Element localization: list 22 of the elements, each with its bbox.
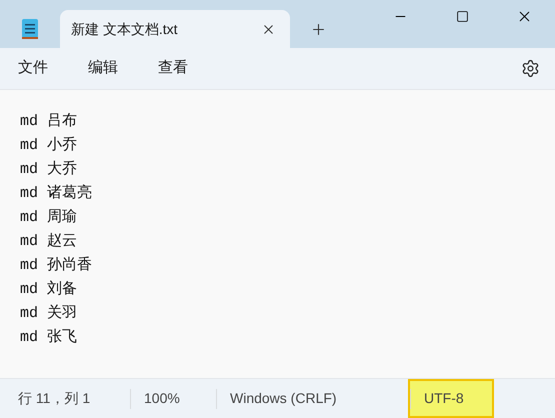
text-line: md 关羽 — [20, 304, 78, 324]
text-line: md 孙尚香 — [20, 256, 94, 276]
status-text: Windows (CRLF) — [230, 389, 337, 408]
maximize-icon[interactable] — [456, 10, 468, 22]
status-text: 行 11，列 1 — [18, 389, 90, 408]
document-tab[interactable]: 新建 文本文档.txt — [60, 10, 290, 48]
status-text: UTF-8 — [424, 389, 464, 408]
status-text: 100% — [144, 389, 180, 408]
notepad-icon — [21, 18, 39, 40]
tab-title: 新建 文本文档.txt — [71, 20, 178, 38]
text-line: md 赵云 — [20, 232, 78, 252]
text-line: md 吕布 — [20, 112, 78, 132]
settings-icon[interactable] — [521, 59, 540, 78]
text-line: md 大乔 — [20, 160, 78, 180]
text-line: md 刘备 — [20, 279, 78, 300]
text-line: md 小乔 — [20, 136, 78, 156]
text-line: md 张飞 — [20, 328, 78, 348]
text-line: md 诸葛亮 — [20, 183, 94, 204]
menu-item[interactable]: 编辑 — [76, 52, 130, 84]
menu-item[interactable]: 查看 — [146, 52, 200, 84]
menu-item[interactable]: 文件 — [6, 52, 60, 84]
text-line: md 周瑜 — [20, 208, 78, 228]
